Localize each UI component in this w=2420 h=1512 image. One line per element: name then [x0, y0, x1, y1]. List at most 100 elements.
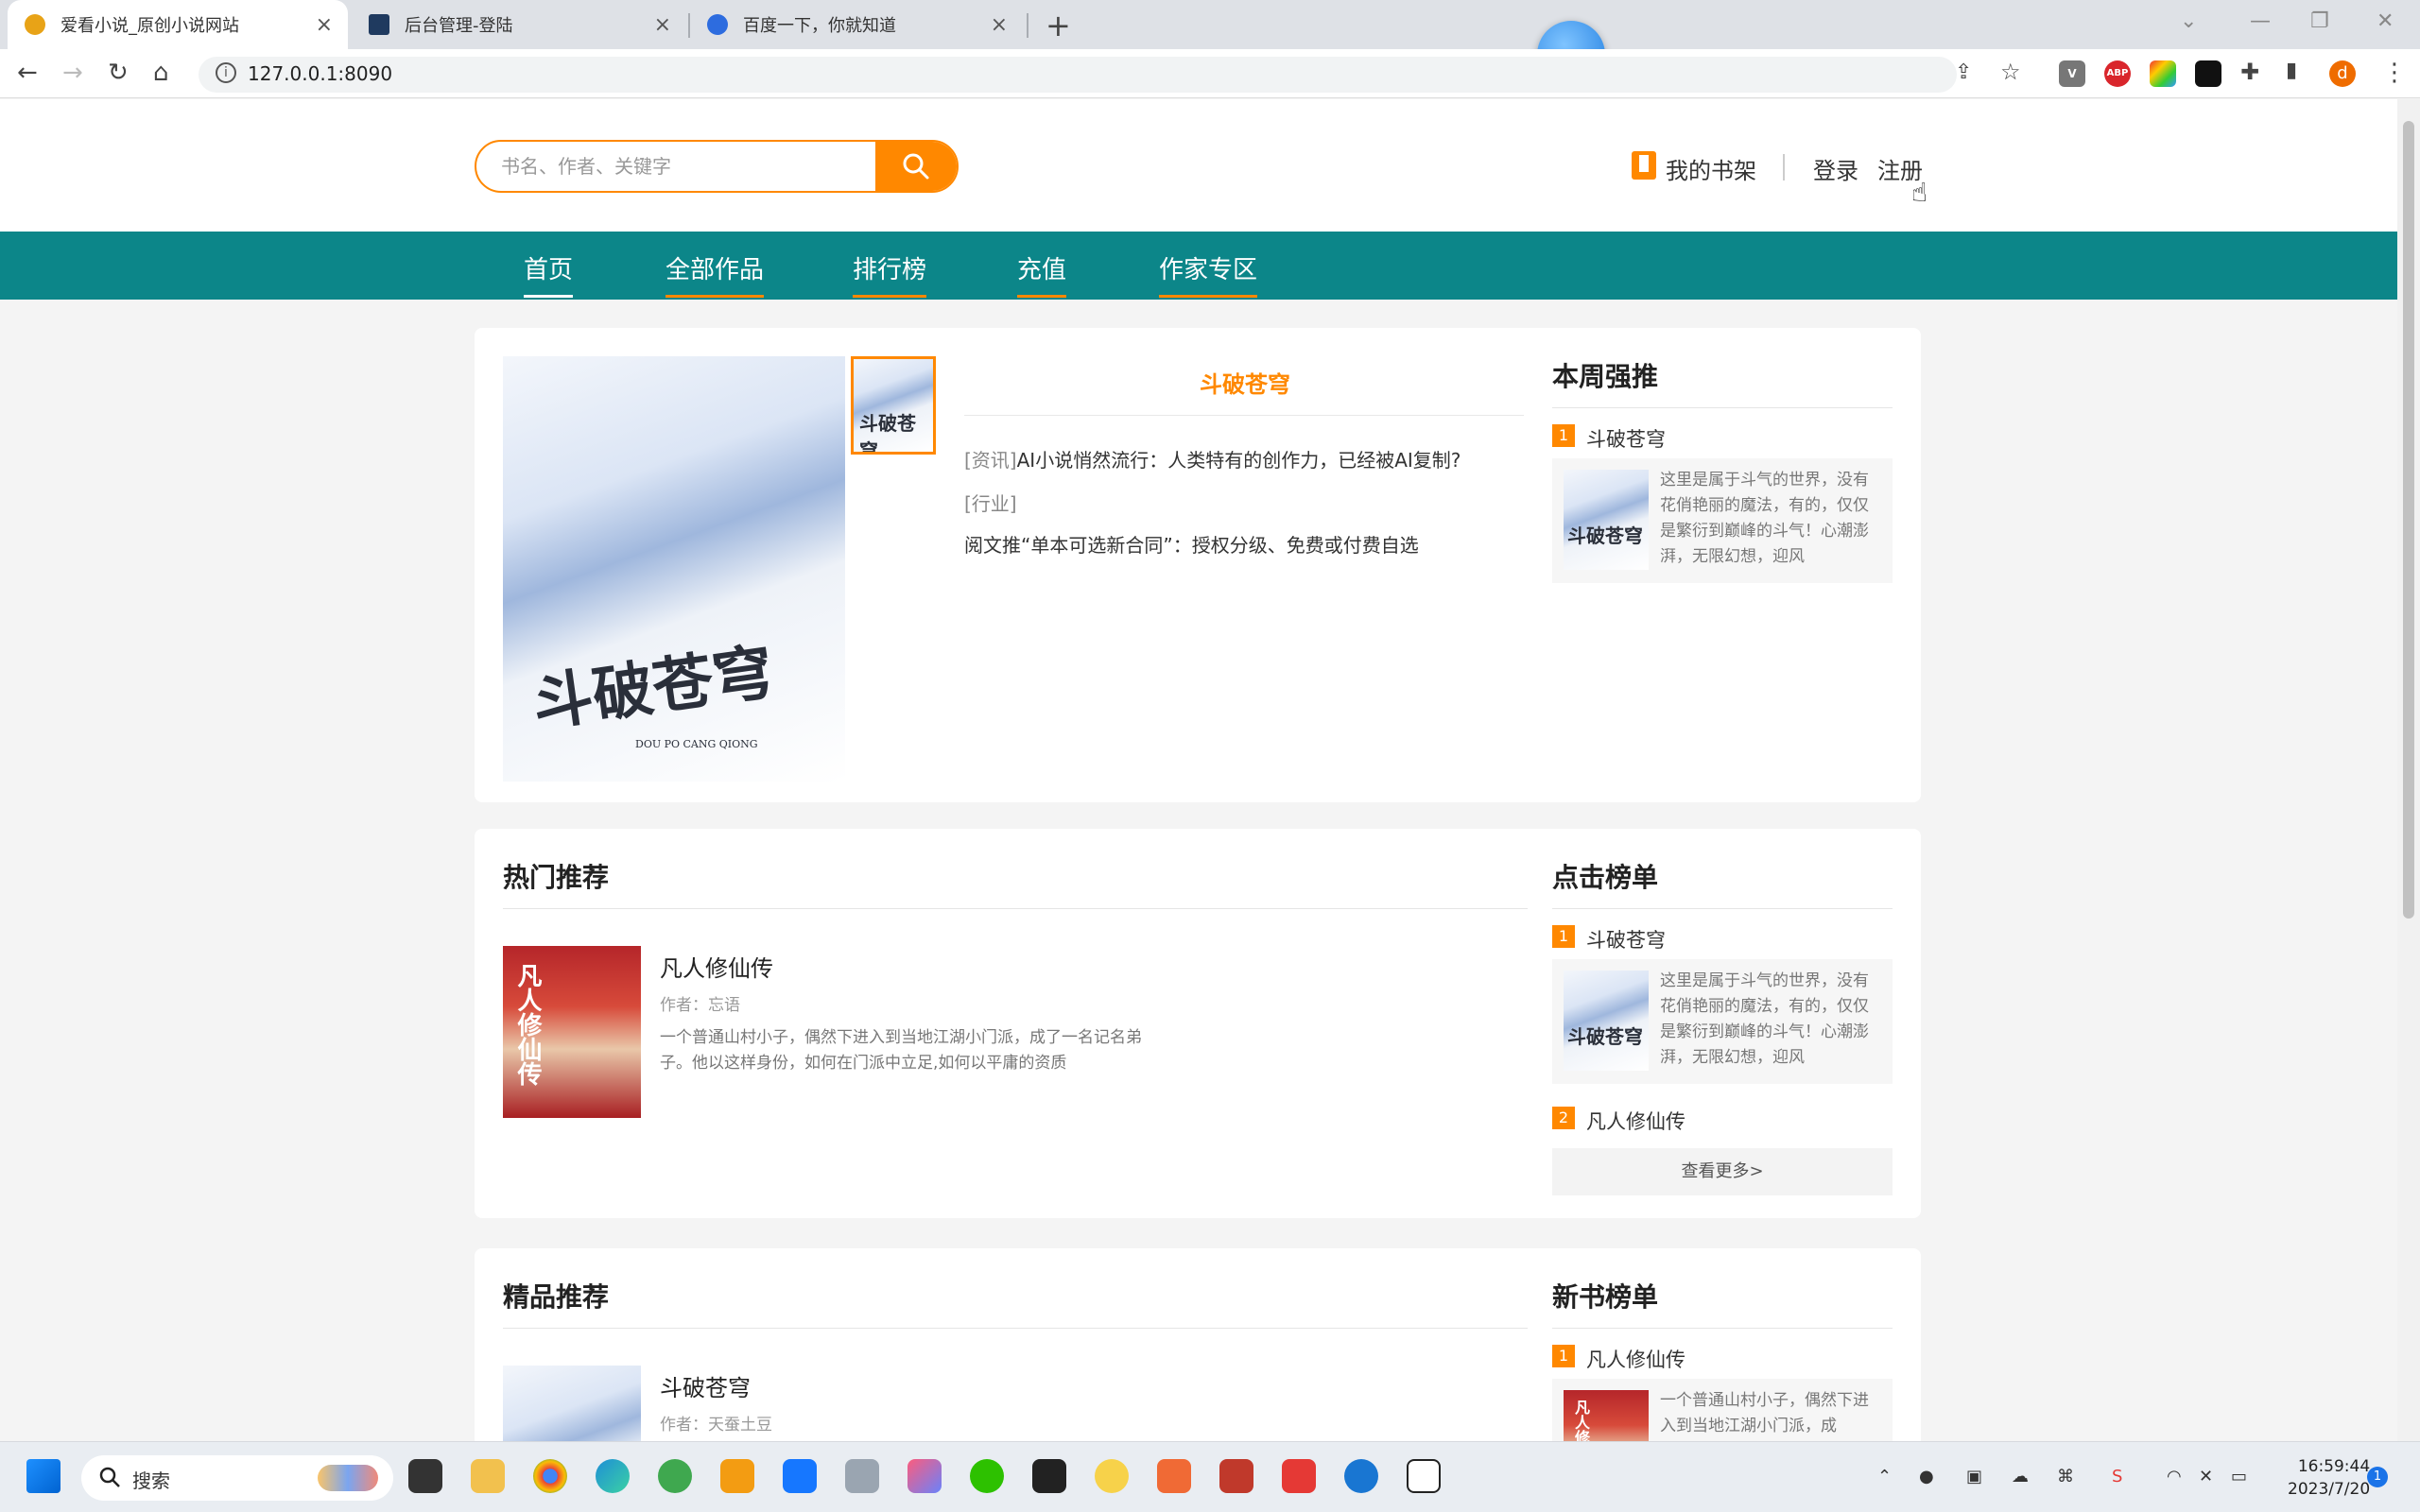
rank-book-card[interactable]: 斗破苍穹 这里是属于斗气的世界，没有花俏艳丽的魔法，有的，仅仅是繁衍到巅峰的斗气…	[1552, 959, 1893, 1084]
file-explorer-icon[interactable]	[471, 1459, 505, 1493]
search-button[interactable]	[875, 142, 957, 191]
rank-book-name[interactable]: 凡人修仙传	[1586, 1107, 1685, 1135]
tab-aikan[interactable]: 爱看小说_原创小说网站 ×	[8, 0, 348, 49]
hot-book-cover[interactable]: 凡人修仙传	[503, 946, 641, 1118]
quality-book-cover[interactable]: 斗破苍穹	[503, 1366, 641, 1441]
news-item[interactable]: [行业]	[964, 489, 1017, 516]
hot-book-title[interactable]: 凡人修仙传	[660, 950, 773, 983]
forward-arrow-icon[interactable]: →	[62, 59, 83, 87]
reload-icon[interactable]: ↻	[108, 59, 129, 87]
wechat-icon[interactable]	[970, 1459, 1004, 1493]
hot-panel: 热门推荐 凡人修仙传 凡人修仙传 作者：忘语 一个普通山村小子，偶然下进入到当地…	[475, 829, 1921, 1218]
tray-app-icon[interactable]: ▣	[1966, 1467, 1982, 1486]
typora-icon[interactable]	[1407, 1459, 1441, 1493]
task-view-icon[interactable]	[408, 1459, 442, 1493]
profile-avatar[interactable]: d	[2329, 60, 2356, 87]
rank-book-desc: 一个普通山村小子，偶然下进入到当地江湖小门派，成	[1660, 1391, 1869, 1435]
nav-rankings[interactable]: 排行榜	[853, 250, 927, 298]
tab-baidu[interactable]: 百度一下，你就知道 ×	[690, 0, 1023, 49]
ie-green-icon[interactable]	[658, 1459, 692, 1493]
nav-all-works[interactable]: 全部作品	[666, 250, 765, 298]
news-item[interactable]: 阅文推“单本可选新合同”：授权分级、免费或付费自选	[964, 530, 1419, 558]
search-box	[475, 140, 959, 193]
adblock-extension-icon[interactable]: ABP	[2104, 60, 2131, 87]
new-tab-plus-icon[interactable]: +	[1046, 8, 1071, 43]
restore-icon[interactable]: ❐	[2310, 9, 2329, 33]
rank-book-card[interactable]: 斗破苍穹 这里是属于斗气的世界，没有花俏艳丽的魔法，有的，仅仅是繁衍到巅峰的斗气…	[1552, 458, 1893, 583]
nav-home[interactable]: 首页	[524, 250, 574, 298]
wps-icon[interactable]	[1282, 1459, 1316, 1493]
cloud-tray-icon[interactable]: ☁	[2012, 1467, 2029, 1486]
rank-book-name[interactable]: 凡人修仙传	[1586, 1345, 1685, 1373]
qq-tray-icon[interactable]: ●	[1919, 1467, 1934, 1486]
rank-book-name[interactable]: 斗破苍穹	[1586, 925, 1666, 954]
terminal-icon[interactable]	[1032, 1459, 1066, 1493]
tray-expand-icon[interactable]: ⌃	[1877, 1467, 1892, 1486]
color-extension-icon[interactable]	[2150, 60, 2176, 87]
back-arrow-icon[interactable]: ←	[17, 59, 38, 87]
nav-author-zone[interactable]: 作家专区	[1159, 250, 1258, 298]
chrome-icon[interactable]	[533, 1459, 567, 1493]
app-yellow-icon[interactable]	[1095, 1459, 1129, 1493]
app-orange-icon[interactable]	[720, 1459, 754, 1493]
rank-book-name[interactable]: 斗破苍穹	[1586, 424, 1666, 453]
bookshelf-link[interactable]: 我的书架	[1666, 152, 1756, 185]
close-tab-icon[interactable]: ×	[654, 13, 671, 37]
rank-number: 1	[1552, 424, 1575, 447]
rank-book-card[interactable]: 凡人修仙传 一个普通山村小子，偶然下进入到当地江湖小门派，成	[1552, 1379, 1893, 1441]
tab-search-chevron-icon[interactable]: ⌄	[2180, 9, 2197, 33]
app-pen-icon[interactable]	[1157, 1459, 1191, 1493]
close-tab-icon[interactable]: ×	[991, 13, 1008, 37]
search-icon	[99, 1467, 120, 1487]
vimium-extension-icon[interactable]: V	[2059, 60, 2085, 87]
input-method-icon[interactable]: ⌘	[2057, 1467, 2074, 1486]
quality-book-author: 作者：天蚕土豆	[660, 1416, 772, 1435]
section-divider	[1552, 908, 1893, 909]
view-more-button[interactable]: 查看更多>	[1552, 1148, 1893, 1195]
battery-icon[interactable]: ▭	[2231, 1467, 2247, 1486]
scrollbar-thumb[interactable]	[2403, 121, 2414, 919]
login-link[interactable]: 登录	[1813, 152, 1858, 185]
game-extension-icon[interactable]	[2195, 60, 2221, 87]
sogou-tray-icon[interactable]: S	[2112, 1467, 2122, 1486]
quality-book-title[interactable]: 斗破苍穹	[660, 1369, 751, 1402]
hot-cover-art: 凡人修仙传	[513, 963, 542, 1086]
wifi-icon[interactable]: ◠	[2167, 1467, 2182, 1486]
featured-book-title[interactable]: 斗破苍穹	[966, 366, 1524, 399]
system-clock[interactable]: 16:59:44 2023/7/20	[2288, 1455, 2370, 1501]
site-info-icon[interactable]: i	[216, 62, 236, 83]
app-gray-icon[interactable]	[845, 1459, 879, 1493]
rank-cover-art: 斗破苍穹	[1567, 1025, 1643, 1048]
clock-date: 2023/7/20	[2288, 1480, 2371, 1499]
close-tab-icon[interactable]: ×	[316, 13, 333, 37]
volume-muted-icon[interactable]: ✕	[2199, 1467, 2213, 1486]
start-windows-icon[interactable]	[26, 1459, 60, 1493]
url-field[interactable]: i 127.0.0.1:8090	[199, 57, 1957, 93]
bookmark-star-icon[interactable]: ☆	[2000, 59, 2021, 85]
side-panel-icon[interactable]: ▮	[2286, 59, 2297, 82]
taskbar-search[interactable]: 搜索	[81, 1455, 393, 1501]
search-input[interactable]	[476, 142, 879, 191]
nav-recharge[interactable]: 充值	[1017, 250, 1067, 298]
redis-icon[interactable]	[1219, 1459, 1253, 1493]
home-icon[interactable]: ⌂	[153, 59, 169, 87]
rank-number: 1	[1552, 925, 1575, 948]
hot-book-author: 作者：忘语	[660, 996, 740, 1015]
browser-menu-icon[interactable]: ⋮	[2382, 59, 2407, 87]
intellij-icon[interactable]	[908, 1459, 942, 1493]
tab-separator	[1027, 13, 1028, 38]
share-icon[interactable]: ⇪	[1955, 60, 1972, 84]
news-tag: [行业]	[964, 492, 1017, 515]
edge-icon[interactable]	[596, 1459, 630, 1493]
main-nav: 首页 全部作品 排行榜 充值 作家专区	[0, 232, 2397, 300]
close-window-icon[interactable]: ✕	[2377, 9, 2394, 33]
featured-thumbnail-selected[interactable]: 斗破苍穹	[851, 356, 936, 455]
news-item[interactable]: [资讯]AI小说悄然流行：人类特有的创作力，已经被AI复制?	[964, 445, 1461, 472]
app-tool-icon[interactable]	[1344, 1459, 1378, 1493]
tab-admin-login[interactable]: 后台管理-登陆 ×	[352, 0, 686, 49]
extensions-puzzle-icon[interactable]: ✚	[2240, 59, 2259, 85]
notification-badge[interactable]: 1	[2367, 1467, 2388, 1487]
minimize-icon[interactable]: —	[2250, 9, 2271, 33]
featured-book-cover[interactable]: 斗破苍穹 DOU PO CANG QIONG	[503, 356, 845, 782]
app-blue-icon[interactable]	[783, 1459, 817, 1493]
